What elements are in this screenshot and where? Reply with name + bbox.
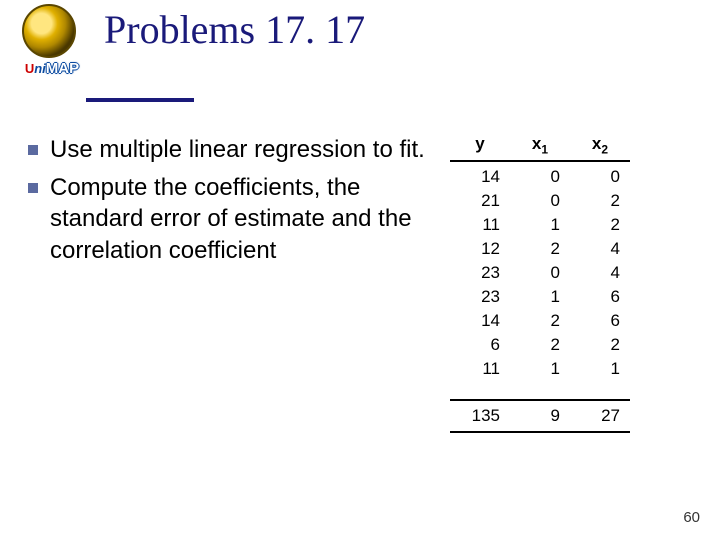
bullet-item: Compute the coefficients, the standard e… [28, 172, 428, 267]
cell: 12 [450, 237, 510, 261]
table-row: 21 0 2 [450, 189, 630, 213]
cell: 23 [450, 285, 510, 309]
cell: 2 [570, 333, 630, 357]
cell: 14 [450, 309, 510, 333]
cell: 2 [570, 189, 630, 213]
sum-rule-bottom [450, 431, 630, 433]
cell: 14 [450, 165, 510, 189]
cell: 21 [450, 189, 510, 213]
header-rule [450, 160, 630, 162]
table-row: 11 1 1 [450, 357, 630, 381]
unimap-logo: UniMAP [12, 4, 92, 96]
col-header-y: y [450, 132, 510, 158]
bullet-text: Compute the coefficients, the standard e… [50, 172, 428, 267]
table-header-row: y x1 x2 [450, 132, 630, 158]
cell: 11 [450, 357, 510, 381]
table-sum-row: 135 9 27 [450, 404, 630, 428]
table-row: 23 1 6 [450, 285, 630, 309]
cell: 6 [450, 333, 510, 357]
cell: 2 [510, 333, 570, 357]
table-row: 23 0 4 [450, 261, 630, 285]
table-row: 12 2 4 [450, 237, 630, 261]
page-number: 60 [683, 509, 700, 526]
sum-cell: 135 [450, 404, 510, 428]
bullet-square-icon [28, 183, 38, 193]
cell: 2 [570, 213, 630, 237]
cell: 11 [450, 213, 510, 237]
logo-prefix: Uni [25, 61, 46, 76]
cell: 0 [510, 261, 570, 285]
cell: 23 [450, 261, 510, 285]
col-header-x1: x1 [510, 132, 570, 158]
sum-cell: 9 [510, 404, 570, 428]
table-row: 11 1 2 [450, 213, 630, 237]
cell: 1 [570, 357, 630, 381]
cell: 2 [510, 309, 570, 333]
bullet-square-icon [28, 145, 38, 155]
cell: 1 [510, 213, 570, 237]
logo-text: UniMAP [12, 60, 92, 77]
cell: 1 [510, 357, 570, 381]
cell: 0 [570, 165, 630, 189]
logo-suffix: MAP [46, 60, 79, 77]
cell: 0 [510, 189, 570, 213]
cell: 4 [570, 261, 630, 285]
sum-gap [450, 381, 630, 399]
slide: UniMAP Problems 17. 17 Use multiple line… [0, 0, 720, 540]
bullet-item: Use multiple linear regression to fit. [28, 134, 428, 166]
cell: 4 [570, 237, 630, 261]
cell: 6 [570, 309, 630, 333]
sum-rule-top [450, 399, 630, 401]
title-underline [86, 98, 194, 102]
cell: 2 [510, 237, 570, 261]
body-bullets: Use multiple linear regression to fit. C… [28, 134, 428, 273]
table-row: 6 2 2 [450, 333, 630, 357]
table-row: 14 0 0 [450, 165, 630, 189]
data-table: y x1 x2 14 0 0 21 0 2 11 1 2 12 2 4 23 0… [450, 132, 630, 433]
sum-cell: 27 [570, 404, 630, 428]
page-title: Problems 17. 17 [104, 6, 694, 53]
cell: 1 [510, 285, 570, 309]
cell: 0 [510, 165, 570, 189]
title-wrap: Problems 17. 17 [104, 6, 694, 53]
globe-icon [22, 4, 76, 58]
bullet-text: Use multiple linear regression to fit. [50, 134, 425, 166]
col-header-x2: x2 [570, 132, 630, 158]
table-row: 14 2 6 [450, 309, 630, 333]
cell: 6 [570, 285, 630, 309]
